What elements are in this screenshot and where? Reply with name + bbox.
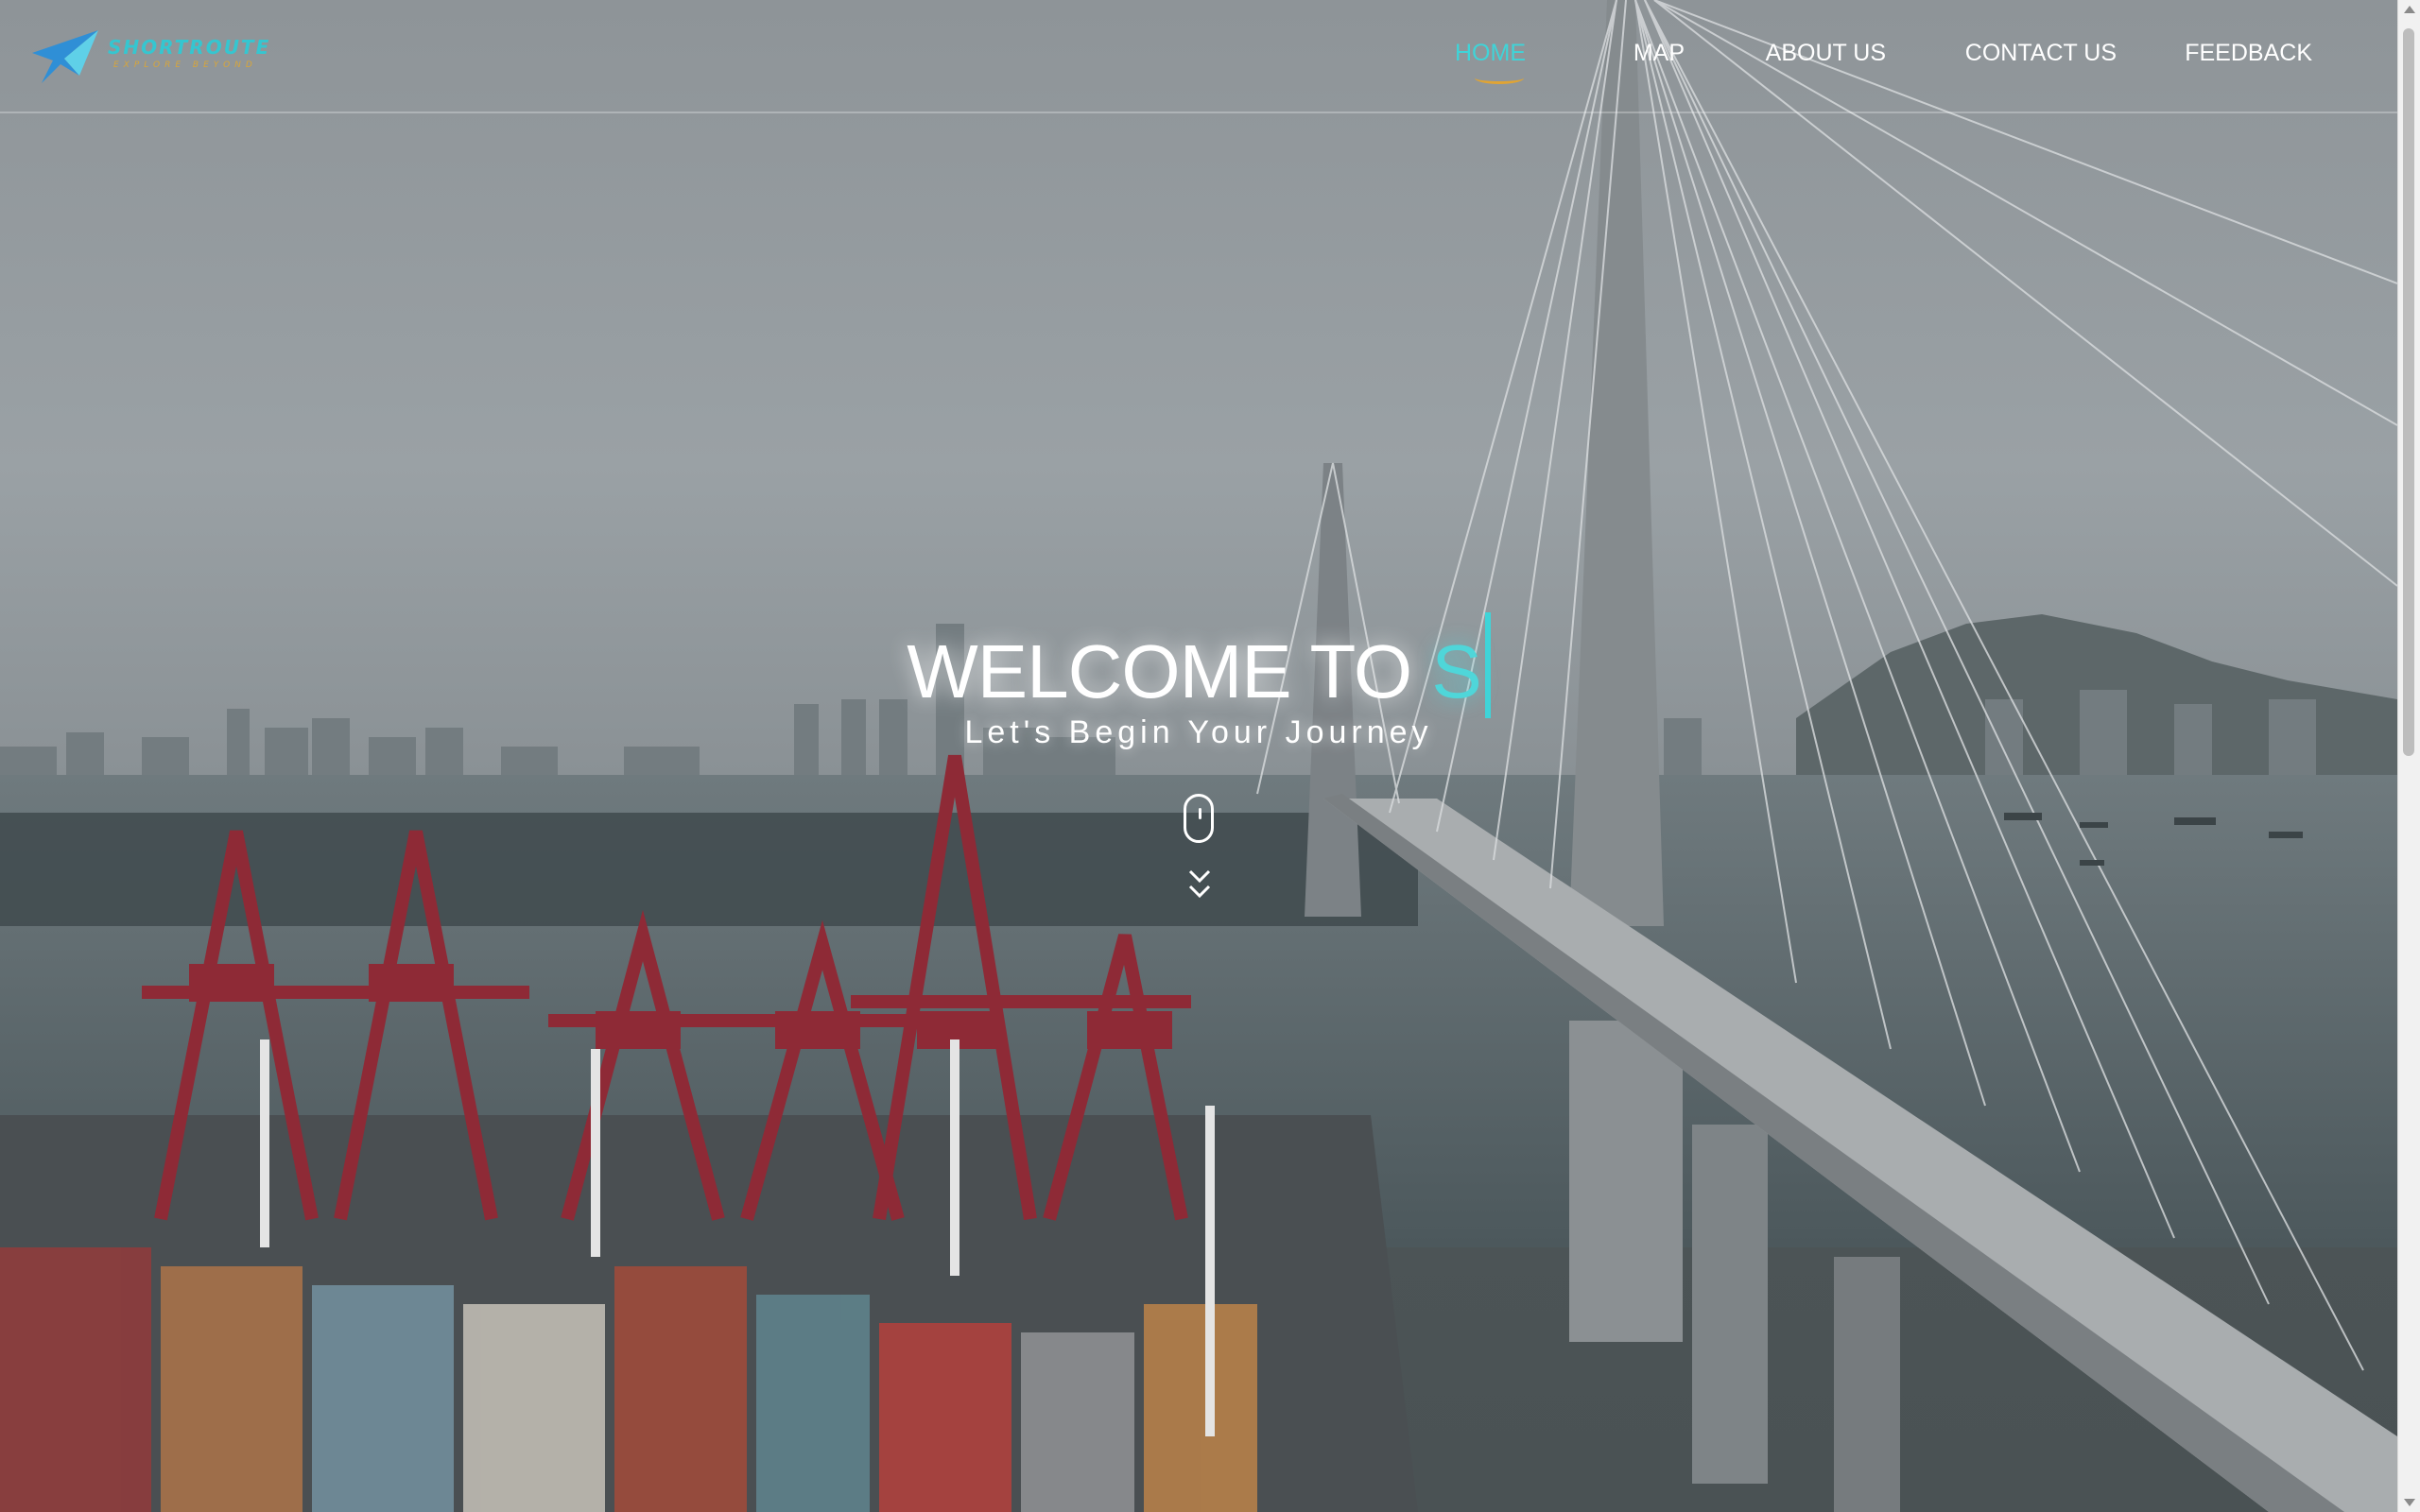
hero-subtitle: Let's Begin Your Journey — [964, 714, 1433, 750]
nav-about-us[interactable]: ABOUT US — [1766, 40, 1886, 67]
page-scrollbar[interactable] — [2397, 0, 2420, 1512]
top-navbar: SHORTROUTE EXPLORE BEYOND HOME MAP ABOUT… — [0, 0, 2397, 113]
hero-section: SHORTROUTE EXPLORE BEYOND HOME MAP ABOUT… — [0, 0, 2397, 1512]
scrollbar-thumb[interactable] — [2403, 28, 2414, 756]
nav-feedback[interactable]: FEEDBACK — [2185, 40, 2312, 67]
nav-contact-us[interactable]: CONTACT US — [1965, 40, 2117, 67]
mouse-scroll-icon[interactable] — [1184, 794, 1214, 843]
scroll-down-arrow-icon[interactable] — [2404, 1499, 2415, 1506]
hero-heading: WELCOME TO S — [0, 612, 2397, 718]
brand-tagline: EXPLORE BEYOND — [113, 60, 257, 70]
brand-logo[interactable]: SHORTROUTE EXPLORE BEYOND — [32, 23, 268, 83]
hero-heading-text: WELCOME TO — [907, 629, 1412, 713]
scroll-up-arrow-icon[interactable] — [2404, 6, 2415, 13]
nav-map[interactable]: MAP — [1634, 40, 1685, 67]
chevron-down-double-icon[interactable] — [1187, 868, 1212, 905]
background-video-frame — [0, 0, 2397, 1512]
nav-home[interactable]: HOME — [1455, 40, 1526, 67]
mouse-wheel-icon — [1199, 808, 1201, 819]
typing-cursor — [1484, 612, 1491, 718]
active-underline — [1475, 72, 1524, 84]
star-plane-icon — [32, 30, 98, 83]
hero-typed-text: S — [1431, 629, 1481, 713]
brand-wordmark: SHORTROUTE — [108, 36, 271, 59]
